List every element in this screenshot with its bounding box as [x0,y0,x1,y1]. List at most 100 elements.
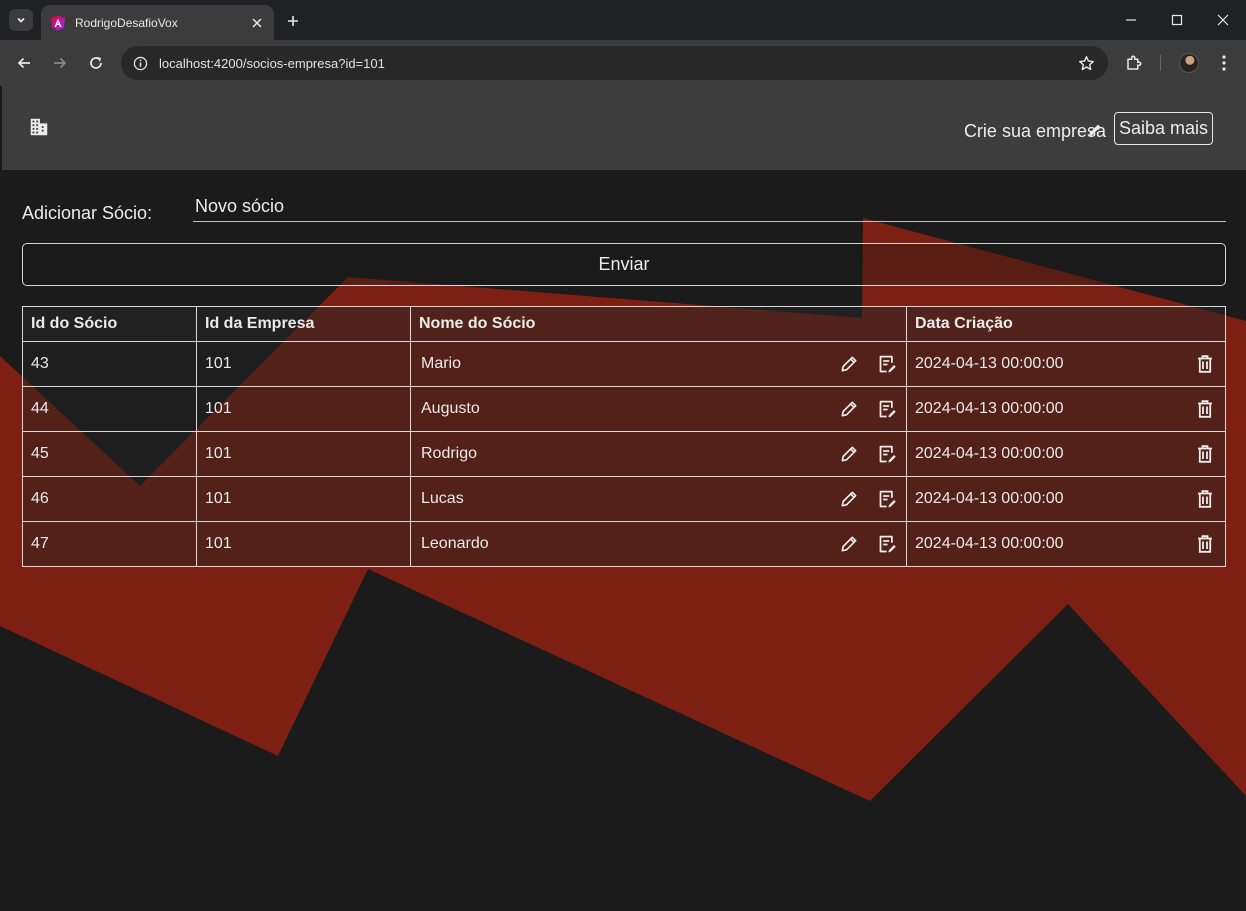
save-edit-button[interactable] [876,397,898,421]
save-edit-button[interactable] [876,532,898,556]
pencil-icon [841,491,857,507]
company-id-cell: 101 [196,476,411,522]
row-actions [838,352,898,376]
minimize-button[interactable] [1116,6,1146,34]
reload-icon [90,57,102,69]
delete-button[interactable] [1195,443,1215,465]
tab-search-button[interactable] [9,9,33,31]
row-actions [838,442,898,466]
save-edit-button[interactable] [876,352,898,376]
maximize-button[interactable] [1162,6,1192,34]
partner-id-cell: 46 [22,476,197,522]
created-date: 2024-04-13 00:00:00 [915,490,1064,507]
delete-button[interactable] [1195,533,1215,555]
partners-table: Id do Sócio Id da Empresa Nome do Sócio … [22,306,1226,567]
partner-name-cell: Augusto [410,386,907,432]
close-icon [1217,14,1229,26]
puzzle-piece-icon [1127,55,1142,70]
trash-icon [1198,400,1212,418]
tab-close-button[interactable] [245,11,269,35]
delete-button[interactable] [1195,353,1215,375]
edit-button[interactable] [838,352,860,376]
edit-button[interactable] [838,397,860,421]
delete-button[interactable] [1195,488,1215,510]
pencil-icon [841,401,857,417]
url-host: localhost [159,56,211,71]
trash-icon [1198,535,1212,553]
chevron-down-icon [17,17,25,23]
save-edit-button[interactable] [876,487,898,511]
pencil-icon [841,356,857,372]
forward-button[interactable] [48,51,72,75]
partner-name: Mario [421,355,462,372]
partner-id-cell: 45 [22,431,197,477]
partner-id-cell: 43 [22,341,197,387]
pencil-icon [1089,124,1101,136]
back-button[interactable] [12,51,36,75]
submit-button[interactable]: Enviar [22,243,1226,286]
table-header-row: Id do Sócio Id da Empresa Nome do Sócio … [22,306,1226,342]
company-id-cell: 101 [196,521,411,567]
more-vertical-icon [1222,55,1226,71]
created-date: 2024-04-13 00:00:00 [915,400,1064,417]
edit-button[interactable] [838,442,860,466]
create-company-link[interactable]: Crie sua empresa [964,121,1106,142]
table-row: 44 101 Augusto 2024-04-13 00:00:00 [22,386,1226,432]
plus-icon [288,16,298,26]
delete-button[interactable] [1195,398,1215,420]
maximize-icon [1171,14,1183,26]
add-partner-label: Adicionar Sócio: [22,203,153,223]
edit-button[interactable] [838,487,860,511]
partner-name-cell: Rodrigo [410,431,907,477]
edit-document-icon [879,490,896,507]
save-edit-button[interactable] [876,442,898,466]
new-partner-input[interactable] [193,192,1226,222]
column-header-partner-id: Id do Sócio [22,306,197,342]
extensions-button[interactable] [1123,52,1145,74]
close-window-button[interactable] [1208,6,1238,34]
edit-document-icon [879,535,896,552]
learn-more-button[interactable]: Saiba mais [1114,112,1213,145]
pencil-icon [841,536,857,552]
partner-name: Augusto [421,400,480,417]
star-icon [1078,55,1094,70]
table-row: 46 101 Lucas 2024-04-13 00:00:00 [22,476,1226,522]
business-building-icon[interactable] [28,116,50,138]
trash-icon [1198,355,1212,373]
partner-id-cell: 44 [22,386,197,432]
partner-name: Rodrigo [421,445,478,462]
app-header: Crie sua empresa Saiba mais [2,86,1246,170]
table-row: 43 101 Mario 2024-04-13 00:00:00 [22,341,1226,387]
created-date: 2024-04-13 00:00:00 [915,355,1064,372]
edit-button[interactable] [838,532,860,556]
profile-avatar[interactable] [1179,53,1199,73]
row-actions [838,397,898,421]
address-url: localhost:4200/socios-empresa?id=101 [159,56,385,71]
column-header-company-id: Id da Empresa [196,306,411,342]
new-tab-button[interactable] [280,8,306,34]
reload-button[interactable] [84,51,108,75]
table-row: 45 101 Rodrigo 2024-04-13 00:00:00 [22,431,1226,477]
browser-toolbar: localhost:4200/socios-empresa?id=101 [0,40,1246,86]
row-actions [838,532,898,556]
partner-name: Leonardo [421,535,489,552]
trash-icon [1198,445,1212,463]
created-date-cell: 2024-04-13 00:00:00 [906,341,1226,387]
browser-menu-button[interactable] [1213,52,1235,74]
partner-name: Lucas [421,490,464,507]
partner-name-cell: Lucas [410,476,907,522]
url-path: :4200/socios-empresa?id=101 [210,56,385,71]
arrow-right-icon [54,57,67,69]
info-icon [133,56,147,70]
company-id-cell: 101 [196,386,411,432]
site-info-button[interactable] [129,52,151,74]
created-date: 2024-04-13 00:00:00 [915,535,1064,552]
created-date-cell: 2024-04-13 00:00:00 [906,521,1226,567]
address-bar[interactable]: localhost:4200/socios-empresa?id=101 [121,46,1108,80]
created-date-cell: 2024-04-13 00:00:00 [906,386,1226,432]
partner-name-cell: Leonardo [410,521,907,567]
bookmark-button[interactable] [1076,53,1096,73]
partner-id-cell: 47 [22,521,197,567]
created-date: 2024-04-13 00:00:00 [915,445,1064,462]
browser-tab-active[interactable]: RodrigoDesafioVox [41,5,274,40]
